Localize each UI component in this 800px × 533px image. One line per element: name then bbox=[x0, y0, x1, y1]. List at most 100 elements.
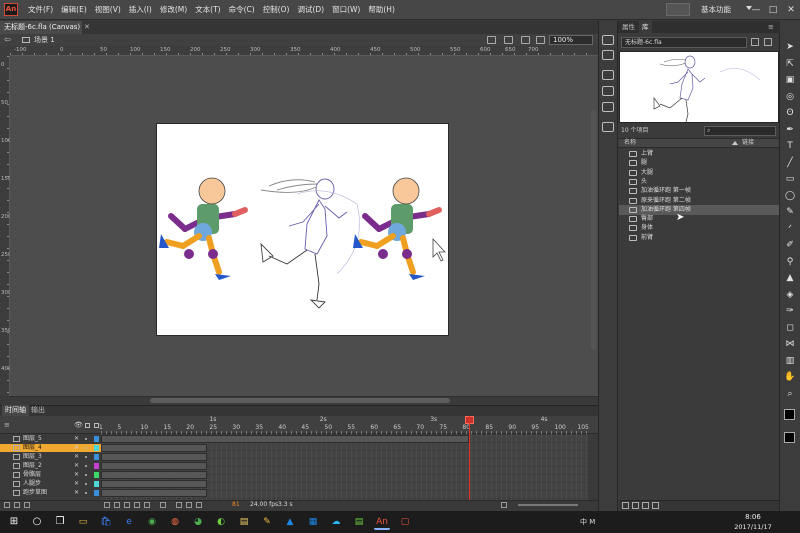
layer-row[interactable]: 图层_4 ✕ bbox=[0, 444, 101, 452]
taskbar-app-icon[interactable]: ◉ bbox=[144, 514, 160, 530]
horizontal-scrollbar[interactable] bbox=[150, 398, 450, 403]
layer-options-icon[interactable]: ≡ bbox=[4, 420, 10, 430]
stick-figure-right[interactable] bbox=[353, 177, 442, 280]
lock-toggle-icon[interactable] bbox=[85, 456, 87, 458]
current-frame-readout[interactable]: 81 bbox=[232, 500, 240, 510]
menu-item[interactable]: 修改(M) bbox=[156, 0, 191, 20]
menu-item[interactable]: 编辑(E) bbox=[57, 0, 91, 20]
layer-name[interactable]: 图层_3 bbox=[23, 453, 42, 461]
lock-toggle-icon[interactable] bbox=[85, 438, 87, 440]
menu-item[interactable]: 插入(I) bbox=[125, 0, 156, 20]
taskbar-store-icon[interactable]: 🛍 bbox=[98, 514, 114, 530]
eye-icon[interactable]: 👁 bbox=[74, 420, 83, 430]
clock-time[interactable]: 8:06 bbox=[735, 512, 771, 522]
menu-item[interactable]: 窗口(W) bbox=[328, 0, 364, 20]
taskbar-sticky-icon[interactable]: ▤ bbox=[236, 514, 252, 530]
fps-readout[interactable]: 24.00 fps bbox=[250, 500, 278, 510]
taskbar-wechat-icon[interactable]: ◐ bbox=[213, 514, 229, 530]
motion-presets-icon[interactable] bbox=[602, 122, 614, 132]
selection-tool-icon[interactable]: ➤ bbox=[784, 41, 796, 53]
menu-item[interactable]: 帮助(H) bbox=[364, 0, 399, 20]
center-stage-icon[interactable] bbox=[487, 36, 496, 44]
layer-color-swatch[interactable] bbox=[94, 445, 99, 451]
lock-toggle-icon[interactable] bbox=[85, 447, 87, 449]
paint-bucket-tool-icon[interactable]: ▲ bbox=[784, 272, 796, 284]
edit-multiple-frames-icon[interactable] bbox=[196, 502, 202, 508]
library-document-select[interactable]: 无标题-6c.fla bbox=[621, 37, 747, 48]
onion-outline-icon[interactable] bbox=[186, 502, 192, 508]
rectangle-tool-icon[interactable]: ▭ bbox=[784, 173, 796, 185]
new-symbol-icon[interactable] bbox=[622, 502, 629, 509]
taskbar-camtasia-icon[interactable]: ▤ bbox=[351, 514, 367, 530]
close-icon[interactable]: ✕ bbox=[84, 21, 90, 34]
lock-toggle-icon[interactable] bbox=[85, 474, 87, 476]
frame-span[interactable] bbox=[101, 480, 207, 488]
layer-color-swatch[interactable] bbox=[94, 436, 99, 442]
new-folder-icon[interactable] bbox=[14, 502, 20, 508]
loop-icon[interactable] bbox=[160, 502, 166, 508]
workspace-switcher-button[interactable] bbox=[666, 3, 690, 16]
menu-item[interactable]: 调试(D) bbox=[293, 0, 328, 20]
new-library-panel-icon[interactable] bbox=[764, 38, 772, 46]
sketch-runner[interactable] bbox=[260, 178, 360, 309]
timeline-zoom-slider[interactable] bbox=[518, 504, 578, 506]
frame-span[interactable] bbox=[101, 489, 207, 497]
taskbar-explorer-icon[interactable]: ▭ bbox=[75, 514, 91, 530]
taskbar-app3-icon[interactable]: ▢ bbox=[397, 514, 413, 530]
taskbar-app2-icon[interactable]: ◕ bbox=[190, 514, 206, 530]
layer-color-swatch[interactable] bbox=[94, 463, 99, 469]
vertical-scrollbar[interactable] bbox=[591, 110, 596, 350]
tab-timeline[interactable]: 时间轴 bbox=[2, 405, 29, 416]
layer-name[interactable]: 人腿步 bbox=[23, 480, 41, 488]
layer-color-swatch[interactable] bbox=[94, 490, 99, 496]
visibility-toggle-icon[interactable]: ✕ bbox=[74, 480, 79, 488]
tab-output[interactable]: 输出 bbox=[28, 405, 48, 416]
menu-item[interactable]: 命令(C) bbox=[225, 0, 259, 20]
visibility-toggle-icon[interactable]: ✕ bbox=[74, 435, 79, 443]
maximize-button[interactable]: □ bbox=[765, 0, 781, 20]
layer-row[interactable]: 骨骼层 ✕ bbox=[0, 471, 101, 479]
bone-tool-icon[interactable]: ⚲ bbox=[784, 256, 796, 268]
taskbar-firefox-icon[interactable]: ◍ bbox=[167, 514, 183, 530]
layer-color-swatch[interactable] bbox=[94, 481, 99, 487]
free-transform-tool-icon[interactable]: ▣ bbox=[784, 74, 796, 86]
document-tab[interactable]: 无标题-6c.fla (Canvas) bbox=[0, 21, 82, 34]
layer-name[interactable]: 跑步草图 bbox=[23, 489, 47, 497]
pencil-tool-icon[interactable]: ✎ bbox=[784, 206, 796, 218]
library-search-input[interactable]: ⌕ bbox=[704, 126, 776, 136]
delete-icon[interactable] bbox=[652, 502, 659, 509]
new-layer-icon[interactable] bbox=[4, 502, 10, 508]
workspace-dropdown[interactable]: 基本功能 bbox=[701, 0, 731, 20]
line-tool-icon[interactable]: ╱ bbox=[784, 157, 796, 169]
zoom-tool-icon[interactable]: ⌕ bbox=[784, 388, 796, 400]
layer-name[interactable]: 图层_5 bbox=[23, 435, 42, 443]
layer-name[interactable]: 图层_4 bbox=[23, 444, 42, 452]
frame-span[interactable] bbox=[101, 471, 207, 479]
sort-arrow-icon[interactable] bbox=[732, 141, 738, 145]
taskbar-task-view-icon[interactable]: ❐ bbox=[52, 514, 68, 530]
eraser-tool-icon[interactable]: ◻ bbox=[784, 322, 796, 334]
library-item[interactable]: 前臂 bbox=[619, 233, 779, 243]
visibility-toggle-icon[interactable]: ✕ bbox=[74, 462, 79, 470]
layer-row[interactable]: 图层_2 ✕ bbox=[0, 462, 101, 470]
lock-toggle-icon[interactable] bbox=[85, 483, 87, 485]
taskbar-cloud-icon[interactable]: ☁ bbox=[328, 514, 344, 530]
stick-figure-left[interactable] bbox=[159, 177, 248, 280]
back-arrow-icon[interactable]: ⇦ bbox=[4, 34, 11, 46]
taskbar-upload-icon[interactable]: ▲ bbox=[282, 514, 298, 530]
eyedropper-tool-icon[interactable]: ✑ bbox=[784, 305, 796, 317]
pen-tool-icon[interactable]: ✒ bbox=[784, 124, 796, 136]
swatches-panel-icon[interactable] bbox=[602, 50, 614, 60]
taskbar-pen-icon[interactable]: ✎ bbox=[259, 514, 275, 530]
taskbar-apps-icon[interactable]: ▦ bbox=[305, 514, 321, 530]
width-tool-icon[interactable]: ⋈ bbox=[784, 338, 796, 350]
taskbar-start-icon[interactable]: ⊞ bbox=[6, 514, 22, 530]
frame-span[interactable] bbox=[101, 444, 207, 452]
step-forward-icon[interactable] bbox=[134, 502, 140, 508]
visibility-toggle-icon[interactable]: ✕ bbox=[74, 471, 79, 479]
frame-span[interactable] bbox=[101, 453, 207, 461]
visibility-toggle-icon[interactable]: ✕ bbox=[74, 444, 79, 452]
paint-brush-tool-icon[interactable]: ✐ bbox=[784, 239, 796, 251]
pin-library-icon[interactable] bbox=[751, 38, 759, 46]
tab-library[interactable]: 库 bbox=[639, 21, 652, 33]
